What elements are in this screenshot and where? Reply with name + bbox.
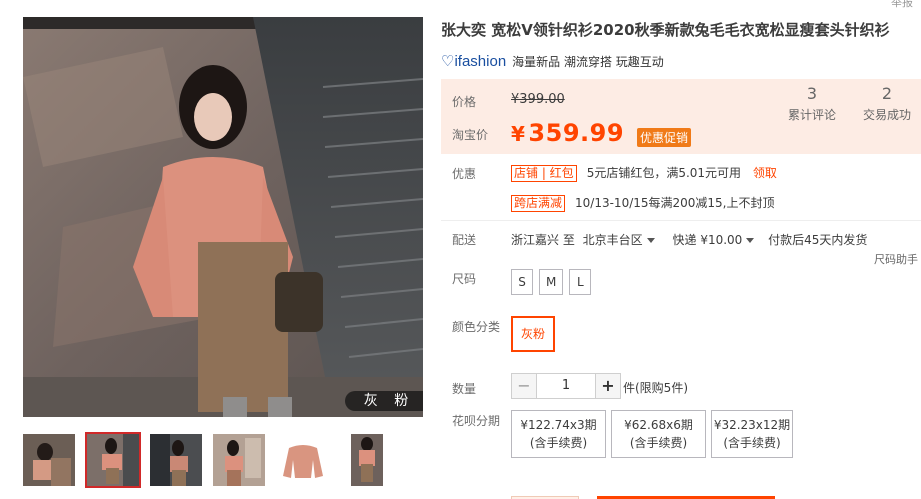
installment-6[interactable]: ¥62.68x6期 (含手续费)	[611, 410, 706, 458]
discount-text: 10/13-10/15每满200减15,上不封顶	[575, 196, 775, 210]
thumbnail-5[interactable]	[277, 434, 329, 486]
thumbnail-3[interactable]	[150, 434, 202, 486]
taobao-price-label: 淘宝价	[452, 128, 489, 142]
discount-tag: 跨店满减	[511, 195, 566, 212]
delivery-label: 配送	[452, 233, 477, 247]
decrease-button[interactable]: −	[511, 373, 537, 399]
promotion-label: 优惠	[452, 167, 477, 181]
increase-button[interactable]: +	[595, 373, 621, 399]
thumbnail-2[interactable]	[85, 432, 141, 488]
size-option-m[interactable]: M	[539, 269, 564, 295]
quantity-input[interactable]: 1	[537, 373, 595, 399]
color-option-selected[interactable]: 灰粉	[511, 316, 555, 352]
coupon-tag: 店铺 | 红包	[511, 165, 577, 182]
quantity-label: 数量	[452, 382, 477, 396]
color-overlay-label: 灰 粉	[345, 391, 423, 411]
chevron-down-icon	[746, 238, 755, 243]
deal-count: 2 交易成功	[863, 84, 912, 122]
quantity-stepper: − 1 +	[511, 373, 621, 399]
price-label: 价格	[452, 95, 477, 109]
purchase-limit: 件(限购5件)	[623, 381, 688, 395]
thumbnail-strip	[23, 432, 423, 488]
ifashion-logo[interactable]: ♡ifashion	[441, 52, 506, 70]
report-link[interactable]: 举报	[891, 0, 913, 10]
chevron-down-icon	[646, 238, 655, 243]
current-price: ¥359.99	[511, 119, 625, 147]
product-page: 举报 灰 粉 张大奕 宽松V领针织衫2020秋季新款兔毛毛衣宽松显瘦套头针织衫 …	[0, 0, 921, 499]
brand-row: ♡ifashion 海量新品 潮流穿搭 玩趣互动	[441, 52, 664, 70]
installment-label: 花呗分期	[452, 414, 501, 428]
product-title: 张大奕 宽松V领针织衫2020秋季新款兔毛毛衣宽松显瘦套头针织衫	[441, 21, 890, 39]
installment-3[interactable]: ¥122.74x3期 (含手续费)	[511, 410, 606, 458]
size-helper-link[interactable]: 尺码助手	[874, 251, 918, 267]
review-count[interactable]: 3 累计评论	[788, 84, 836, 123]
thumbnail-4[interactable]	[213, 434, 265, 486]
product-photo	[23, 17, 423, 417]
brand-tags: 海量新品 潮流穿搭 玩趣互动	[512, 54, 664, 69]
heart-icon: ♡	[441, 53, 455, 70]
size-label: 尺码	[452, 272, 477, 286]
delivery-destination[interactable]: 北京丰台区	[583, 233, 659, 247]
main-image[interactable]: 灰 粉	[23, 17, 423, 417]
promo-badge[interactable]: 优惠促销	[637, 128, 692, 147]
color-label: 颜色分类	[452, 320, 501, 334]
coupon-text: 5元店铺红包，满5.01元可用	[586, 166, 742, 180]
size-option-s[interactable]: S	[511, 269, 533, 295]
thumbnail-6[interactable]	[341, 434, 393, 486]
quantity-row: 数量 − 1 + 件(限购5件)	[441, 373, 919, 401]
size-option-l[interactable]: L	[569, 269, 592, 295]
ship-time: 付款后45天内发货	[768, 233, 868, 247]
original-price: ¥399.00	[511, 92, 565, 107]
delivery-from: 浙江嘉兴 至	[511, 233, 575, 247]
claim-coupon-link[interactable]: 领取	[753, 166, 777, 180]
thumbnail-1[interactable]	[23, 434, 75, 486]
express-fee[interactable]: 快递 ¥10.00	[673, 233, 759, 247]
divider	[441, 220, 921, 221]
installment-12[interactable]: ¥32.23x12期 (含手续费)	[711, 410, 793, 458]
price-box: 价格 ¥399.00 淘宝价 ¥359.99 优惠促销 3 累计评论 2 交易成功	[441, 79, 921, 154]
